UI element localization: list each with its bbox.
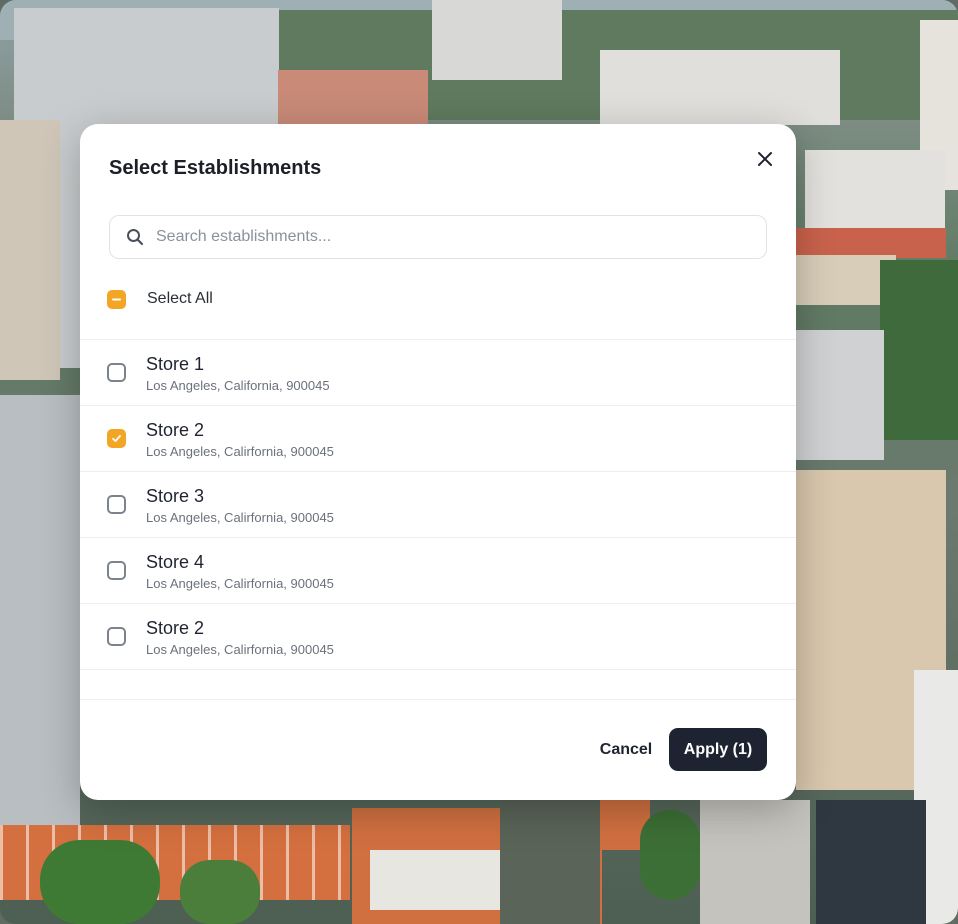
store-name: Store 1: [146, 353, 205, 374]
search-icon: [127, 229, 144, 246]
select-establishments-modal: Select Establishments Select All Store 1…: [80, 124, 796, 800]
store-checkbox[interactable]: [107, 627, 126, 646]
list-item[interactable]: Store 1 Los Angeles, California, 900045: [80, 340, 796, 406]
store-address: Los Angeles, Calirfornia, 900045: [146, 575, 334, 591]
store-name: Store 3: [146, 485, 205, 506]
list-item[interactable]: Store 4 Los Angeles, Calirfornia, 900045: [80, 538, 796, 604]
close-icon: [758, 152, 772, 166]
list-item-partial[interactable]: [80, 670, 796, 699]
select-all-label: Select All: [147, 290, 213, 307]
store-checkbox[interactable]: [107, 429, 126, 448]
apply-button[interactable]: Apply (1): [669, 728, 767, 771]
indeterminate-icon: [112, 298, 121, 300]
store-address: Los Angeles, Calirfornia, 900045: [146, 443, 334, 459]
list-item[interactable]: Store 3 Los Angeles, Calirfornia, 900045: [80, 472, 796, 538]
close-button[interactable]: [750, 144, 780, 174]
store-checkbox[interactable]: [107, 363, 126, 382]
modal-title: Select Establishments: [109, 157, 322, 179]
select-all-checkbox[interactable]: [107, 289, 126, 309]
store-address: Los Angeles, Calirfornia, 900045: [146, 641, 334, 657]
list-item[interactable]: Store 2 Los Angeles, Calirfornia, 900045: [80, 604, 796, 670]
store-address: Los Angeles, California, 900045: [146, 377, 330, 393]
list-item[interactable]: Store 2 Los Angeles, Calirfornia, 900045: [80, 406, 796, 472]
store-checkbox[interactable]: [107, 561, 126, 580]
select-all-option[interactable]: Select All: [107, 284, 213, 314]
store-address: Los Angeles, Calirfornia, 900045: [146, 509, 334, 525]
store-name: Store 2: [146, 419, 205, 440]
search-field[interactable]: [109, 215, 767, 259]
store-name: Store 4: [146, 551, 205, 572]
establishment-list[interactable]: Store 1 Los Angeles, California, 900045 …: [80, 339, 796, 699]
footer-divider: [80, 699, 796, 700]
store-name: Store 2: [146, 617, 205, 638]
store-checkbox[interactable]: [107, 495, 126, 514]
search-input[interactable]: [156, 216, 766, 258]
checkmark-icon: [112, 435, 121, 442]
cancel-button[interactable]: Cancel: [584, 728, 668, 772]
